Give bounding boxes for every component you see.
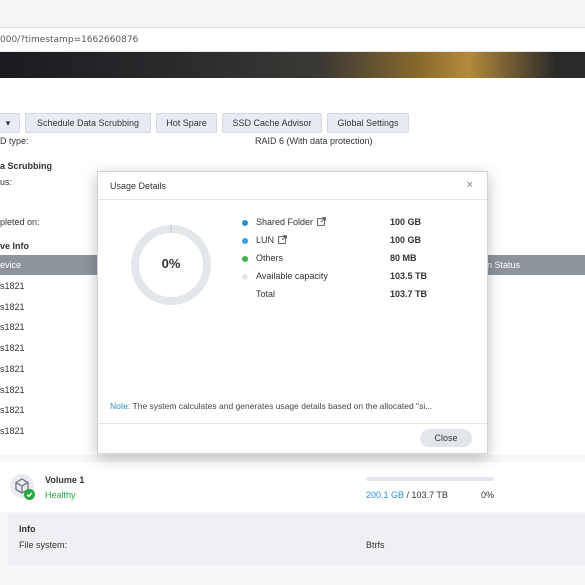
volume-name: Volume 1 [45,475,85,485]
close-icon[interactable]: × [467,179,473,191]
close-button[interactable]: Close [420,429,472,447]
file-system-value: Btrfs [366,540,385,550]
drive-device-name: s1821 [0,405,25,416]
drive-device-name: s1821 [0,281,25,291]
chevron-down-icon: ▾ [5,117,11,128]
drive-table-row[interactable]: s1821 [0,364,100,384]
more-dropdown-button[interactable]: ▾ [0,113,20,133]
external-link-icon[interactable] [278,235,287,244]
drive-device-name: s1821 [0,343,25,354]
info-title: Info [19,524,36,534]
healthy-check-icon [24,489,35,500]
volume-total: 103.7 TB [411,490,448,500]
legend-color-dot [242,220,248,226]
external-link-icon[interactable] [317,217,326,226]
dialog-title: Usage Details [110,181,167,191]
legend-value: 100 GB [390,217,422,227]
col-status-header[interactable]: n Status [487,260,520,270]
legend-row: Others 80 MB [242,252,482,270]
storage-toolbar: ▾ Schedule Data Scrubbing Hot Spare SSD … [0,113,585,133]
legend-label-text: Others [256,253,284,263]
drive-table-row[interactable]: s1821 [0,385,100,405]
legend-color-dot [242,274,248,280]
legend-label: Total [256,289,275,299]
note-text: The system calculates and generates usag… [130,401,433,411]
usage-note: Note: The system calculates and generate… [110,401,480,411]
ssd-cache-advisor-button[interactable]: SSD Cache Advisor [222,113,322,133]
legend-label[interactable]: LUN [256,235,287,245]
legend-label-text: Total [256,289,276,299]
data-scrubbing-title: a Scrubbing [0,161,53,171]
legend-value: 100 GB [390,235,422,245]
drive-table-row[interactable]: s1821 [0,281,100,301]
legend-label-text: LUN [256,235,275,245]
header-banner [0,52,585,78]
legend-label: Others [256,253,283,263]
legend-label-text: Available capacity [256,271,328,281]
header-strip [0,78,585,104]
global-settings-button[interactable]: Global Settings [327,113,409,133]
drive-table-row[interactable]: s1821 [0,405,100,425]
legend-value: 80 MB [390,253,417,263]
scrubbing-status-label: us: [0,177,13,187]
volume-usage-text: 200.1 GB / 103.7 TB [366,490,448,500]
drive-device-name: s1821 [0,301,25,312]
drive-device-name: s1821 [0,384,25,395]
drive-table-row[interactable]: s1821 [0,426,100,446]
drive-table-row[interactable]: s1821 [0,343,100,363]
usage-details-dialog: Usage Details × 0% Shared Folder 100 GB LU… [97,171,488,454]
volume-card[interactable] [0,462,585,512]
dialog-divider [98,199,487,200]
volume-info-panel [8,513,585,565]
file-system-label: File system: [19,540,68,550]
volume-status: Healthy [45,490,76,500]
legend-label-text: Shared Folder [256,217,314,227]
legend-value: 103.5 TB [390,271,428,281]
raid-type-value: RAID 6 (With data protection) [255,136,373,146]
drive-table-row[interactable]: s1821 [0,302,100,322]
dialog-footer-divider [98,423,487,424]
schedule-data-scrubbing-button[interactable]: Schedule Data Scrubbing [25,113,151,133]
volume-usage-separator: / [404,490,412,500]
volume-used: 200.1 GB [366,490,405,500]
note-key: Note: [110,401,131,411]
address-bar[interactable]: 000/?timestamp=1662660876 [0,28,585,52]
drive-device-name: s1821 [0,425,25,436]
donut-percent-label: 0% [161,256,181,271]
drive-device-name: s1821 [0,322,25,333]
legend-label[interactable]: Shared Folder [256,217,326,227]
volume-percent: 0% [481,490,495,500]
legend-value: 103.7 TB [390,289,428,299]
drive-info-title: ve Info [0,241,30,251]
legend-row: Shared Folder 100 GB [242,216,482,234]
url-text[interactable]: 000/?timestamp=1662660876 [0,35,138,45]
raid-type-label: D type: [0,136,29,146]
usage-legend: Shared Folder 100 GB LUN 100 GB Others 80 MB A… [242,216,482,306]
legend-row: Total 103.7 TB [242,288,482,306]
legend-color-dot [242,256,248,262]
hot-spare-button[interactable]: Hot Spare [156,113,217,133]
legend-row: Available capacity 103.5 TB [242,270,482,288]
drive-device-name: s1821 [0,363,25,374]
legend-color-dot [242,238,248,244]
drive-table-row[interactable]: s1821 [0,322,100,342]
legend-row: LUN 100 GB [242,234,482,252]
completed-on-label: pleted on: [0,217,40,227]
legend-label: Available capacity [256,271,328,281]
col-device-header[interactable]: evice [0,260,21,270]
browser-tab-bar [0,0,585,28]
volume-usage-bar [366,477,494,481]
